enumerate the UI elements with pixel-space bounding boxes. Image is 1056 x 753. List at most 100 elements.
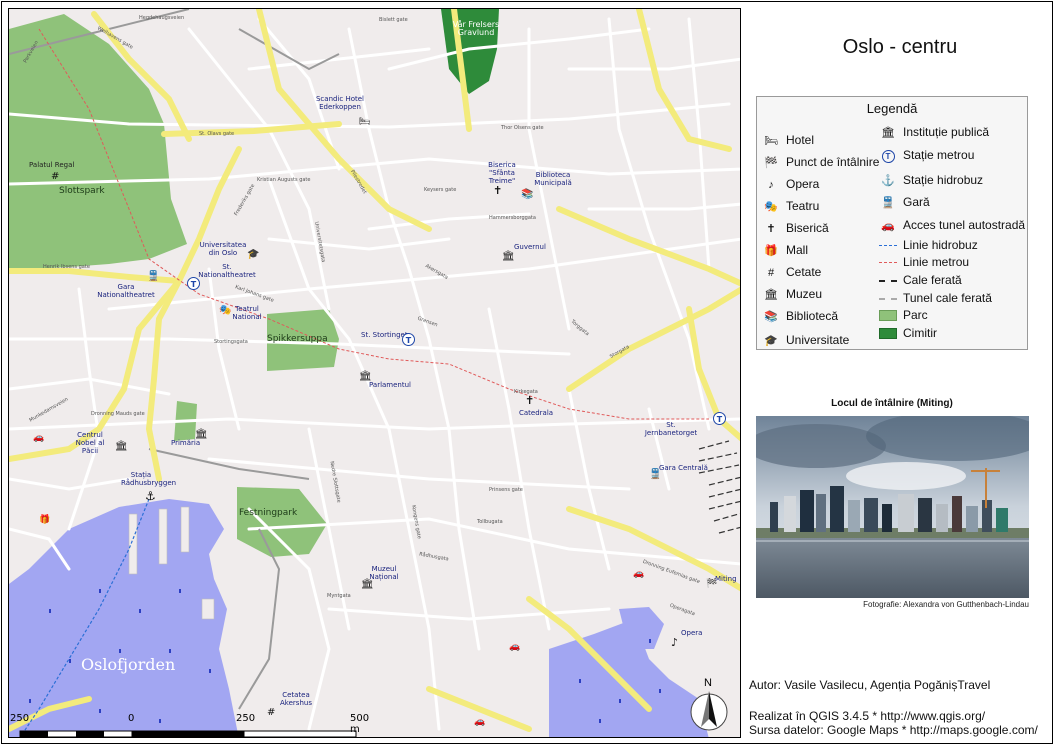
tunnel-access-icon: 🚗 <box>881 219 895 232</box>
author-credit: Autor: Vasile Vasilecu, Agenția PogănișT… <box>749 678 991 692</box>
fortress-icon-palace[interactable]: # <box>51 171 59 182</box>
legend-item-park: Parc <box>879 307 928 323</box>
street-label: St. Olavs gate <box>199 131 235 137</box>
metro-station-icon-stortinget[interactable]: T <box>402 333 415 346</box>
legend-item-fortress: # Cetate <box>762 264 821 280</box>
legend-label: Tunel cale ferată <box>903 291 992 305</box>
hotel-icon-map[interactable]: 🛏 <box>359 117 370 128</box>
map-title: Oslo - centru <box>842 36 958 58</box>
public-institution-icon-cityhall[interactable]: 🏛 <box>195 429 208 440</box>
street-label: Tollbugata <box>477 519 503 525</box>
scale-label-500: 500 m <box>350 713 370 735</box>
train-station-icon: 🚆 <box>881 196 895 209</box>
public-institution-icon-parliament[interactable]: 🏛 <box>359 371 372 382</box>
tunnel-access-icon-4[interactable]: 🚗 <box>474 717 485 728</box>
label-oslofjorden: Oslofjorden <box>81 655 176 674</box>
meeting-point-icon-map[interactable]: 🏁 <box>706 579 717 590</box>
legend-label: Stație metrou <box>903 148 975 162</box>
street-label: Hammersborggata <box>489 215 536 221</box>
label-scandic-hotel: Scandic Hotel Ederkoppen <box>315 95 365 111</box>
street-label: Henrik Ibsens gate <box>43 264 90 270</box>
church-icon-map[interactable]: ✝ <box>493 185 502 196</box>
legend-item-rail-tunnel: Tunel cale ferată <box>879 290 992 306</box>
label-gara-nationaltheatret: Gara Nationaltheatret <box>97 283 155 299</box>
museum-icon-national[interactable]: 🏛 <box>361 579 374 590</box>
label-palatul-regal: Palatul Regal <box>29 161 75 169</box>
legend-label: Bibliotecă <box>786 309 839 323</box>
legend-label: Opera <box>786 177 820 191</box>
north-arrow-icon: N <box>687 677 733 739</box>
label-primaria: Primăria <box>171 439 201 447</box>
train-station-icon-central[interactable]: 🚆 <box>649 469 661 480</box>
label-parlamentul: Parlamentul <box>369 381 411 389</box>
museum-icon-nobel[interactable]: 🏛 <box>115 441 128 452</box>
university-icon-map[interactable]: 🎓 <box>247 249 259 260</box>
legend-item-theatre: 🎭 Teatru <box>762 198 819 214</box>
tools-credit[interactable]: Realizat în QGIS 3.4.5 * http://www.qgis… <box>749 709 985 723</box>
map-graphics <box>9 9 740 737</box>
street-label: Thor Olsens gate <box>501 125 544 131</box>
map-canvas[interactable]: Vår Frelsers Gravlund Slottspark Palatul… <box>8 8 741 738</box>
legend-label: Punct de întâlnire <box>786 155 880 169</box>
church-icon-cathedral[interactable]: ✝ <box>525 395 534 406</box>
park-festning <box>237 487 327 557</box>
label-miting: Miting <box>715 575 737 583</box>
photo-title: Locul de întâlnire (Miting) <box>831 398 953 409</box>
label-guvernul: Guvernul <box>514 243 546 251</box>
label-biblioteca: Biblioteca Municipală <box>534 171 572 187</box>
label-catedrala: Catedrala <box>519 409 554 417</box>
street-label: Myntgata <box>327 593 351 599</box>
legend-label: Linie metrou <box>903 255 970 269</box>
fortress-icon-akershus[interactable]: # <box>267 707 275 718</box>
theatre-icon: 🎭 <box>764 200 778 213</box>
legend-item-train: 🚆 Gară <box>879 194 930 210</box>
tunnel-access-icon-2[interactable]: 🚗 <box>633 569 644 580</box>
legend-label: Mall <box>786 243 809 257</box>
ferry-station-icon-radhus[interactable]: ⚓ <box>145 490 156 502</box>
street-label: Kristian Augusts gate <box>257 177 311 183</box>
label-statia-radhus: Stația Rådhusbryggen <box>121 471 177 487</box>
railway-icon <box>879 279 897 282</box>
legend-label: Instituție publică <box>903 125 990 139</box>
cemetery-icon <box>879 328 897 340</box>
mall-icon-map[interactable]: 🎁 <box>39 515 50 526</box>
legend-label: Biserică <box>786 221 829 235</box>
tunnel-access-icon-3[interactable]: 🚗 <box>509 642 520 653</box>
legend-item-tunnel: 🚗 Acces tunel autostradă <box>879 217 1025 233</box>
train-station-icon-nt[interactable]: 🚆 <box>147 271 159 282</box>
legend-label: Cale ferată <box>903 273 962 287</box>
label-teatrul: Teatrul National <box>232 305 262 321</box>
label-slottspark: Slottspark <box>59 186 105 196</box>
meeting-place-photo <box>756 416 1029 598</box>
library-icon: 📚 <box>764 310 778 323</box>
source-credit[interactable]: Sursa datelor: Google Maps * http://maps… <box>749 723 1038 737</box>
street-label: Hegdehaugsveien <box>139 15 185 21</box>
legend-item-church: ✝ Biserică <box>762 220 829 236</box>
legend-item-public-inst: 🏛 Instituție publică <box>879 124 989 140</box>
photo-graphic <box>756 416 1029 598</box>
legend-item-railway: Cale ferată <box>879 272 962 288</box>
legend-item-ferry-station: ⚓ Stație hidrobuz <box>879 172 983 188</box>
public-institution-icon: 🏛 <box>881 126 895 139</box>
legend-label: Stație hidrobuz <box>903 173 984 187</box>
theatre-icon-map[interactable]: 🎭 <box>219 305 231 316</box>
ferry-line-icon <box>879 245 897 247</box>
park-icon <box>879 310 897 322</box>
label-cetatea: Cetatea Akershus <box>280 691 312 707</box>
legend-title: Legendă <box>866 101 918 116</box>
opera-icon-map[interactable]: ♪ <box>671 637 678 648</box>
legend-item-cemetery: Cimitir <box>879 325 937 341</box>
library-icon-map[interactable]: 📚 <box>521 189 533 200</box>
tunnel-access-icon-1[interactable]: 🚗 <box>33 433 44 444</box>
church-icon: ✝ <box>766 222 776 235</box>
metro-station-icon-jernbanetorget[interactable]: T <box>713 412 726 425</box>
street-label: Keysers gate <box>424 187 457 193</box>
public-institution-icon-gov[interactable]: 🏛 <box>502 251 515 262</box>
rail-tunnel-icon <box>879 297 897 300</box>
mall-icon: 🎁 <box>764 244 778 257</box>
label-st-stortinget: St. Stortinget <box>361 331 408 339</box>
street-label: Prinsens gate <box>489 487 523 493</box>
legend-item-hotel: 🛏 Hotel <box>762 132 814 148</box>
street-label: Stortingsgata <box>214 339 248 345</box>
metro-station-icon-nt[interactable]: T <box>187 277 200 290</box>
